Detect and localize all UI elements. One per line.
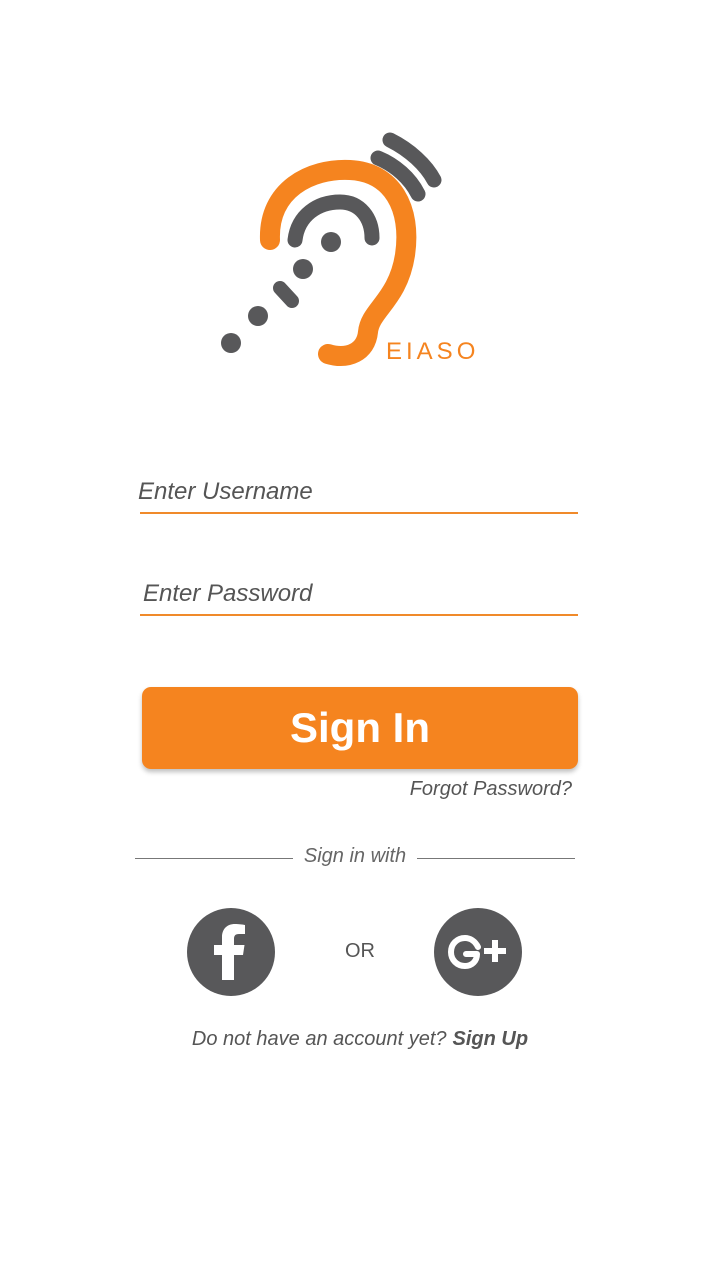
brand-name: EIASO <box>386 338 480 365</box>
username-input[interactable] <box>138 478 576 506</box>
sign-in-button[interactable]: Sign In <box>142 687 578 769</box>
divider-line-right <box>417 858 575 859</box>
facebook-icon <box>214 924 245 980</box>
facebook-login-button[interactable] <box>187 908 275 996</box>
sign-up-link[interactable]: Sign Up <box>453 1028 529 1050</box>
sign-in-with-divider: Sign in with <box>135 845 575 871</box>
signup-prompt: Do not have an account yet? Sign Up <box>0 1028 720 1051</box>
divider-label: Sign in with <box>303 845 407 867</box>
password-field <box>140 570 581 616</box>
google-plus-login-button[interactable] <box>434 908 522 996</box>
username-field <box>138 468 578 514</box>
google-plus-icon <box>448 935 506 969</box>
password-input[interactable] <box>143 580 581 608</box>
forgot-password-link[interactable]: Forgot Password? <box>410 778 572 801</box>
signup-prompt-text: Do not have an account yet? <box>191 1028 447 1050</box>
or-label: OR <box>345 940 375 962</box>
app-logo: EIASO <box>200 120 520 380</box>
